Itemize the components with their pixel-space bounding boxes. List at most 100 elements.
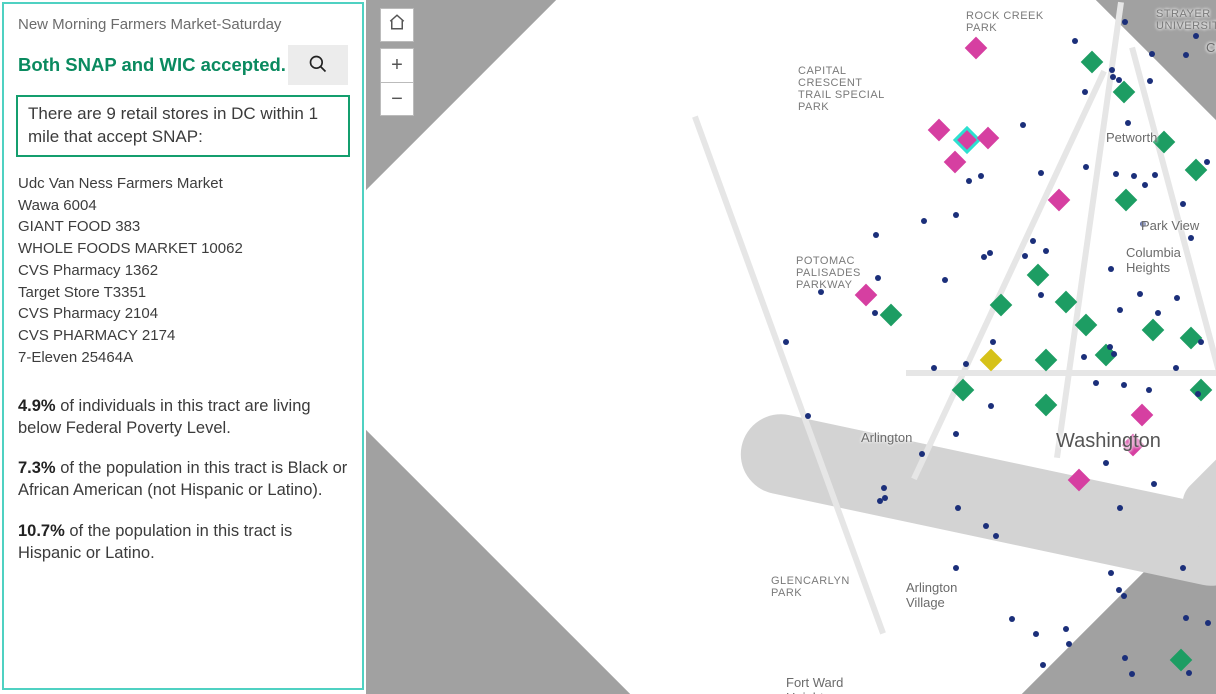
store-dot[interactable]	[1186, 670, 1192, 676]
store-dot[interactable]	[1122, 19, 1128, 25]
store-dot[interactable]	[1066, 641, 1072, 647]
store-dot[interactable]	[1108, 266, 1114, 272]
store-dot[interactable]	[1110, 74, 1116, 80]
market-marker[interactable]	[1173, 652, 1189, 668]
store-dot[interactable]	[1113, 171, 1119, 177]
store-dot[interactable]	[983, 523, 989, 529]
store-dot[interactable]	[1125, 120, 1131, 126]
store-dot[interactable]	[1174, 295, 1180, 301]
store-dot[interactable]	[1020, 122, 1026, 128]
store-dot[interactable]	[987, 250, 993, 256]
map-canvas[interactable]: + − ROCK CREEKPARKSTRAYERUNIVERSITYChill…	[366, 0, 1216, 694]
store-dot[interactable]	[1111, 351, 1117, 357]
store-dot[interactable]	[1180, 565, 1186, 571]
store-dot[interactable]	[919, 451, 925, 457]
store-dot[interactable]	[1103, 460, 1109, 466]
store-dot[interactable]	[1081, 354, 1087, 360]
market-marker[interactable]	[993, 297, 1009, 313]
market-marker[interactable]	[1145, 322, 1161, 338]
store-dot[interactable]	[818, 289, 824, 295]
zoom-in-button[interactable]: +	[380, 48, 414, 82]
store-dot[interactable]	[882, 495, 888, 501]
market-marker[interactable]	[1071, 472, 1087, 488]
store-dot[interactable]	[1116, 77, 1122, 83]
store-dot[interactable]	[1173, 365, 1179, 371]
store-dot[interactable]	[1063, 626, 1069, 632]
store-dot[interactable]	[783, 339, 789, 345]
store-dot[interactable]	[1204, 159, 1210, 165]
market-marker[interactable]	[883, 307, 899, 323]
market-marker[interactable]	[1183, 330, 1199, 346]
market-marker[interactable]	[1038, 352, 1054, 368]
store-dot[interactable]	[873, 232, 879, 238]
store-dot[interactable]	[1151, 481, 1157, 487]
market-marker[interactable]	[955, 382, 971, 398]
store-dot[interactable]	[872, 310, 878, 316]
market-marker[interactable]	[1084, 54, 1100, 70]
store-dot[interactable]	[1155, 310, 1161, 316]
store-dot[interactable]	[1107, 344, 1113, 350]
market-marker[interactable]	[1038, 397, 1054, 413]
search-button[interactable]	[288, 45, 348, 85]
store-dot[interactable]	[1152, 172, 1158, 178]
store-dot[interactable]	[1195, 391, 1201, 397]
store-dot[interactable]	[805, 413, 811, 419]
store-dot[interactable]	[1193, 33, 1199, 39]
store-dot[interactable]	[1072, 38, 1078, 44]
store-dot[interactable]	[1040, 662, 1046, 668]
market-marker[interactable]	[1134, 407, 1150, 423]
store-dot[interactable]	[1082, 89, 1088, 95]
store-dot[interactable]	[1188, 235, 1194, 241]
store-dot[interactable]	[881, 485, 887, 491]
store-dot[interactable]	[1022, 253, 1028, 259]
store-dot[interactable]	[953, 212, 959, 218]
store-dot[interactable]	[942, 277, 948, 283]
store-dot[interactable]	[1183, 615, 1189, 621]
store-dot[interactable]	[1198, 339, 1204, 345]
store-dot[interactable]	[1142, 182, 1148, 188]
store-dot[interactable]	[966, 178, 972, 184]
store-dot[interactable]	[1183, 52, 1189, 58]
market-marker[interactable]	[1058, 294, 1074, 310]
store-dot[interactable]	[993, 533, 999, 539]
store-dot[interactable]	[988, 403, 994, 409]
store-dot[interactable]	[1009, 616, 1015, 622]
market-marker[interactable]	[1125, 437, 1141, 453]
store-dot[interactable]	[1116, 587, 1122, 593]
store-dot[interactable]	[990, 339, 996, 345]
market-marker[interactable]	[983, 352, 999, 368]
market-marker[interactable]	[1051, 192, 1067, 208]
market-marker[interactable]	[931, 122, 947, 138]
store-dot[interactable]	[1205, 620, 1211, 626]
market-marker[interactable]	[980, 130, 996, 146]
store-dot[interactable]	[1108, 570, 1114, 576]
market-marker[interactable]	[1078, 317, 1094, 333]
market-marker[interactable]	[858, 287, 874, 303]
zoom-out-button[interactable]: −	[380, 82, 414, 116]
store-dot[interactable]	[1043, 248, 1049, 254]
store-dot[interactable]	[875, 275, 881, 281]
store-dot[interactable]	[1140, 221, 1146, 227]
store-dot[interactable]	[978, 173, 984, 179]
store-dot[interactable]	[1121, 593, 1127, 599]
store-dot[interactable]	[921, 218, 927, 224]
market-marker[interactable]	[1188, 162, 1204, 178]
market-marker[interactable]	[947, 154, 963, 170]
store-dot[interactable]	[1147, 78, 1153, 84]
store-dot[interactable]	[963, 361, 969, 367]
market-marker[interactable]	[1156, 134, 1172, 150]
store-dot[interactable]	[1121, 382, 1127, 388]
market-marker[interactable]	[968, 40, 984, 56]
store-dot[interactable]	[955, 505, 961, 511]
store-dot[interactable]	[1038, 170, 1044, 176]
store-dot[interactable]	[1180, 201, 1186, 207]
market-marker[interactable]	[1030, 267, 1046, 283]
store-dot[interactable]	[1131, 173, 1137, 179]
store-dot[interactable]	[1146, 387, 1152, 393]
store-dot[interactable]	[953, 431, 959, 437]
market-marker[interactable]	[1116, 84, 1132, 100]
store-dot[interactable]	[1137, 291, 1143, 297]
store-dot[interactable]	[1117, 307, 1123, 313]
store-dot[interactable]	[1149, 51, 1155, 57]
store-dot[interactable]	[1109, 67, 1115, 73]
